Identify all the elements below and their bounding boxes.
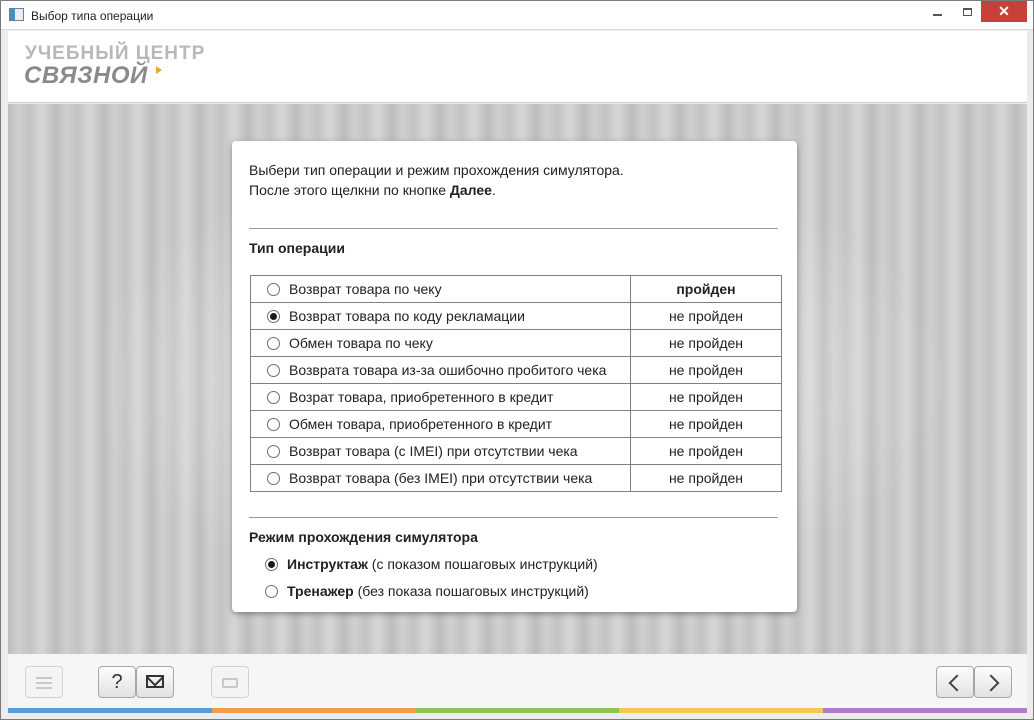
minimize-button[interactable] [921,1,953,22]
printer-icon [222,677,238,688]
operation-label: Возврат товара по чеку [289,281,442,297]
accent-strip-segment [619,708,824,713]
operation-cell[interactable]: Обмен товара, приобретенного в кредит [250,410,631,438]
operation-row[interactable]: Возврата товара из-за ошибочно пробитого… [250,356,782,384]
operation-label: Обмен товара по чеку [289,335,433,351]
app-icon [9,8,24,21]
operation-status: не пройден [630,329,782,357]
next-keyword: Далее [449,182,492,198]
logo-text-brand: СВЯЗНОЙ [24,62,148,89]
operation-cell[interactable]: Обмен товара по чеку [250,329,631,357]
operation-radio[interactable] [267,310,280,323]
accent-strip-segment [211,708,416,713]
operations-title: Тип операции [249,240,345,256]
help-button[interactable]: ? [98,666,136,698]
logo-spark-icon [156,66,162,74]
divider [249,228,778,229]
operation-radio[interactable] [267,418,280,431]
operation-row[interactable]: Возрат товара, приобретенного в кредит не… [250,383,782,411]
mode-option-trainer[interactable]: Тренажер (без показа пошаговых инструкци… [265,583,589,599]
operation-cell[interactable]: Возврат товара (без IMEI) при отсутствии… [250,464,631,492]
divider [249,517,778,518]
mode-desc: (без показа пошаговых инструкций) [353,583,589,599]
menu-icon [36,681,52,684]
accent-strip-segment [8,708,212,713]
operation-status: не пройден [630,356,782,384]
intro-instruction-prefix: После этого щелкни по кнопке [249,182,450,198]
operation-status: не пройден [630,464,782,492]
accent-strip [8,708,1027,713]
operation-radio[interactable] [267,391,280,404]
radio-mode-instruction[interactable] [265,558,278,571]
back-button[interactable] [936,666,974,698]
operation-dialog: Выбери тип операции и режим прохождения … [232,141,797,612]
accent-strip-segment [415,708,620,713]
operation-status: не пройден [630,383,782,411]
minimize-icon [932,13,942,16]
operation-radio[interactable] [267,337,280,350]
mode-desc: (с показом пошаговых инструкций) [367,556,598,572]
menu-button[interactable] [25,666,63,698]
operation-status: не пройден [630,410,782,438]
operation-label: Возврат товара (с IMEI) при отсутствии ч… [289,443,578,459]
operation-radio[interactable] [267,445,280,458]
radio-mode-trainer[interactable] [265,585,278,598]
accent-strip-segment [823,708,1027,713]
operation-cell[interactable]: Возврат товара по коду рекламации [250,302,631,330]
operation-status: пройден [630,275,782,303]
next-button[interactable] [974,666,1012,698]
title-bar[interactable]: Выбор типа операции ✕ [1,1,1033,30]
intro-text: Выбери тип операции и режим прохождения … [249,162,624,178]
maximize-button[interactable] [953,1,981,22]
operation-status: не пройден [630,302,782,330]
window-title: Выбор типа операции [31,9,154,23]
intro-instruction: После этого щелкни по кнопке Далее. [249,182,496,198]
operation-cell[interactable]: Возврата товара из-за ошибочно пробитого… [250,356,631,384]
operation-cell[interactable]: Возврат товара (с IMEI) при отсутствии ч… [250,437,631,465]
mail-button[interactable] [136,666,174,698]
chevron-right-icon [982,674,1000,692]
operation-row[interactable]: Обмен товара, приобретенного в кредит не … [250,410,782,438]
operation-label: Возрат товара, приобретенного в кредит [289,389,554,405]
print-button[interactable] [211,666,249,698]
operation-label: Возврат товара по коду рекламации [289,308,525,324]
operation-row[interactable]: Возврат товара по коду рекламации не прой… [250,302,782,330]
mode-name: Инструктаж [287,556,368,572]
intro-instruction-suffix: . [491,182,496,198]
mode-title: Режим прохождения симулятора [249,529,478,545]
operation-label: Возврат товара (без IMEI) при отсутствии… [289,470,593,486]
operation-label: Возврата товара из-за ошибочно пробитого… [289,362,607,378]
operation-radio[interactable] [267,283,280,296]
operations-table: Возврат товара по чеку пройден Возврат тов… [250,275,782,492]
operation-radio[interactable] [267,364,280,377]
bottom-toolbar: ? [8,654,1027,708]
operation-cell[interactable]: Возрат товара, приобретенного в кредит [250,383,631,411]
maximize-icon [962,7,972,16]
operation-cell[interactable]: Возврат товара по чеку [250,275,631,303]
operation-label: Обмен товара, приобретенного в кредит [289,416,553,432]
operation-row[interactable]: Возврат товара по чеку пройден [250,275,782,303]
operation-radio[interactable] [267,472,280,485]
operation-row[interactable]: Обмен товара по чеку не пройден [250,329,782,357]
operation-row[interactable]: Возврат товара (с IMEI) при отсутствии ч… [250,437,782,465]
mode-option-instruction[interactable]: Инструктаж (с показом пошаговых инструкц… [265,556,598,572]
operation-status: не пройден [630,437,782,465]
mode-name: Тренажер [287,583,354,599]
operation-row[interactable]: Возврат товара (без IMEI) при отсутствии… [250,464,782,492]
chevron-left-icon [948,674,966,692]
envelope-icon [146,675,164,689]
header: УЧЕБНЫЙ ЦЕНТР СВЯЗНОЙ [8,31,1027,103]
close-button[interactable]: ✕ [981,1,1027,22]
